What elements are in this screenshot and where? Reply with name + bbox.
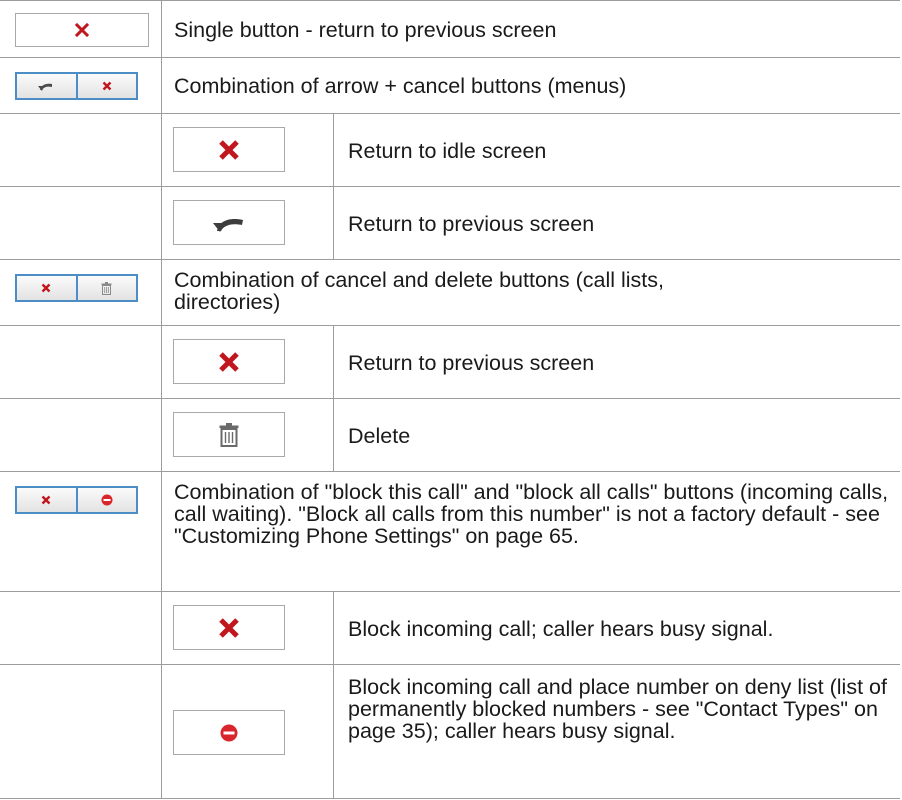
block-button-pair	[15, 486, 138, 514]
column-divider	[333, 187, 334, 259]
trash-icon	[219, 422, 239, 447]
button-segment	[17, 276, 76, 300]
x-icon	[41, 283, 51, 293]
cancel-button-sample	[15, 13, 149, 47]
table-row: Return to previous screen	[0, 325, 900, 398]
column-divider	[161, 592, 162, 664]
table-row: Combination of arrow + cancel buttons (m…	[0, 57, 900, 113]
button-segment	[17, 488, 76, 512]
column-divider	[161, 187, 162, 259]
table-row: Block incoming call and place number on …	[0, 664, 900, 799]
cancel-button-sample	[173, 339, 285, 384]
column-divider	[161, 326, 162, 398]
table-row: Return to previous screen	[0, 186, 900, 259]
arrow-cancel-button-pair	[15, 72, 138, 100]
column-divider	[161, 665, 162, 798]
cancel-delete-button-pair	[15, 274, 138, 302]
column-divider	[333, 665, 334, 798]
column-divider	[161, 58, 162, 113]
column-divider	[333, 399, 334, 471]
table-row: Delete	[0, 398, 900, 471]
column-divider	[161, 472, 162, 591]
block-icon	[101, 494, 113, 506]
column-divider	[161, 1, 162, 57]
column-divider	[161, 399, 162, 471]
x-icon	[75, 23, 89, 37]
button-segment	[77, 488, 136, 512]
x-icon	[219, 351, 239, 372]
table-row: Single button - return to previous scree…	[0, 0, 900, 57]
row-description: Combination of cancel and delete buttons…	[174, 268, 664, 314]
delete-button-sample	[173, 412, 285, 457]
back-button-sample	[173, 200, 285, 245]
button-segment	[17, 74, 76, 98]
row-description: Single button - return to previous scree…	[174, 17, 557, 42]
x-icon	[102, 81, 112, 91]
column-divider	[161, 114, 162, 186]
button-segment	[77, 276, 136, 300]
row-description: Return to previous screen	[348, 350, 595, 375]
row-description: Combination of "block this call" and "bl…	[174, 480, 889, 548]
row-description: Combination of arrow + cancel buttons (m…	[174, 74, 627, 98]
table-row: Return to idle screen	[0, 113, 900, 186]
x-icon	[41, 495, 51, 505]
trash-icon	[101, 281, 112, 295]
block-button-sample	[173, 710, 285, 755]
table-row: Block incoming call; caller hears busy s…	[0, 591, 900, 664]
column-divider	[161, 260, 162, 325]
x-icon	[219, 617, 239, 638]
cancel-button-sample	[173, 605, 285, 650]
table-row: Combination of cancel and delete buttons…	[0, 259, 900, 325]
column-divider	[333, 592, 334, 664]
block-icon	[220, 724, 238, 741]
table-row: Combination of "block this call" and "bl…	[0, 471, 900, 591]
x-icon	[219, 139, 239, 160]
back-arrow-icon	[38, 83, 53, 91]
row-description: Block incoming call; caller hears busy s…	[348, 616, 774, 641]
button-reference-table: Single button - return to previous scree…	[0, 0, 900, 799]
button-segment	[77, 74, 136, 98]
row-description: Block incoming call and place number on …	[348, 675, 887, 743]
row-description: Return to idle screen	[348, 138, 547, 163]
cancel-button-sample	[173, 127, 285, 172]
column-divider	[333, 326, 334, 398]
row-description: Delete	[348, 423, 411, 448]
row-description: Return to previous screen	[348, 211, 595, 236]
back-arrow-icon	[213, 218, 243, 232]
column-divider	[333, 114, 334, 186]
